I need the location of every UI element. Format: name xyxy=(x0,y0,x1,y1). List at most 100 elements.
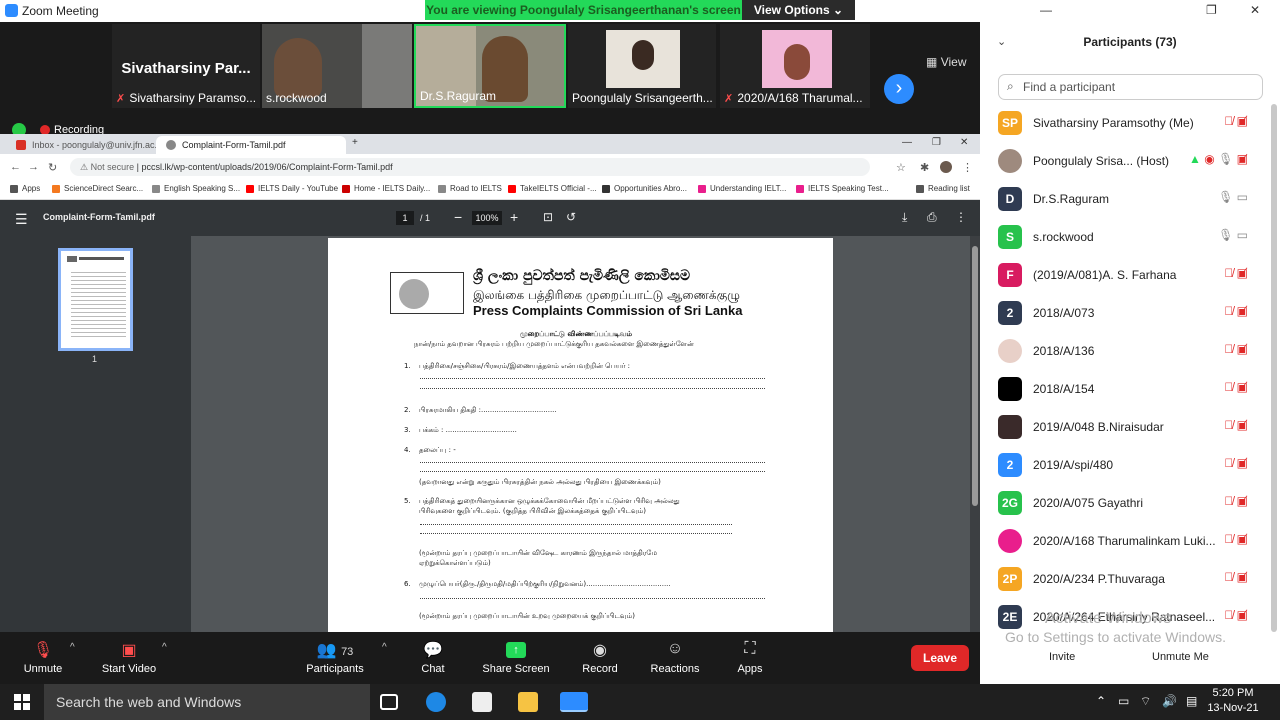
participants-scrollbar[interactable] xyxy=(1271,104,1277,632)
start-video-button[interactable]: ▣ Start Video xyxy=(94,640,164,675)
record-button[interactable]: ◉ Record xyxy=(565,640,635,675)
participant-row[interactable]: 2018/A/136 🎙̸ ▣̸ xyxy=(980,332,1270,370)
download-icon[interactable]: ⤓ xyxy=(902,210,907,225)
windows-start-icon[interactable] xyxy=(14,694,30,710)
reactions-button[interactable]: ☺ Reactions xyxy=(640,640,710,675)
participant-row[interactable]: Ss.rockwood 🎙 ▭ xyxy=(980,218,1270,256)
participant-row[interactable]: 2G 2020/A/075 Gayathri 🎙̸ ▣̸ xyxy=(980,484,1270,522)
bookmark-item[interactable]: Reading list xyxy=(916,184,970,193)
edge-icon[interactable] xyxy=(426,692,446,712)
participant-row[interactable]: 2018/A/154 🎙̸ ▣̸ xyxy=(980,370,1270,408)
browser-tab-pdf[interactable]: Complaint-Form-Tamil.pdf xyxy=(156,136,346,154)
participant-row[interactable]: 2020/A/168 Tharumalinkam Luki... 🎙̸ ▣̸ xyxy=(980,522,1270,560)
participant-row[interactable]: 2P 2020/A/234 P.Thuvaraga 🎙̸ ▣̸ xyxy=(980,560,1270,598)
leave-button[interactable]: Leave xyxy=(911,645,969,671)
participant-row[interactable]: 2 2019/A/spi/480 🎙̸ ▣̸ xyxy=(980,446,1270,484)
mic-muted-icon: 🎙̸ xyxy=(1224,114,1234,128)
video-strip: Sivatharsiny Par... ✗ Sivatharsiny Param… xyxy=(0,22,980,112)
zoom-taskbar-icon[interactable] xyxy=(560,692,588,712)
more-options-icon[interactable]: ⋮ xyxy=(955,210,967,224)
system-clock[interactable]: 5:20 PM 13-Nov-21 xyxy=(1206,686,1260,716)
participant-row[interactable]: Poongulaly Srisa... (Host) ▲ ◉ 🎙 ▣̸ xyxy=(980,142,1270,180)
hamburger-menu-icon[interactable]: ☰ xyxy=(15,211,28,228)
tray-chevron-icon[interactable]: ⌃ xyxy=(1096,694,1106,708)
participant-row[interactable]: 2 2018/A/073 🎙̸ ▣̸ xyxy=(980,294,1270,332)
url-field[interactable]: ⚠ Not secure | pccsl.lk/wp-content/uploa… xyxy=(70,158,870,176)
participant-row[interactable]: F (2019/A/081)A. S. Farhana 🎙̸ ▣̸ xyxy=(980,256,1270,294)
star-icon[interactable]: ☆ xyxy=(896,161,906,174)
invite-button[interactable]: Invite xyxy=(1049,651,1075,663)
store-icon[interactable] xyxy=(472,692,492,712)
bookmark-item[interactable]: Home - IELTS Daily... xyxy=(342,184,430,193)
menu-dots-icon[interactable]: ⋮ xyxy=(962,161,973,174)
scroll-thumb[interactable] xyxy=(972,246,978,506)
grid-icon: ▦ xyxy=(926,55,938,69)
notifications-icon[interactable]: ▤ xyxy=(1186,694,1197,708)
forward-icon[interactable]: → xyxy=(28,161,39,173)
browser-tab-inbox[interactable]: Inbox - poongulaly@univ.jfn.ac.lk xyxy=(6,136,164,154)
page-number-input[interactable]: 1 xyxy=(396,211,414,225)
extensions-icon[interactable]: ✱ xyxy=(920,161,929,174)
video-tile[interactable]: ✗ 2020/A/168 Tharumal... xyxy=(720,24,870,108)
unmute-button[interactable]: 🎙 Unmute xyxy=(8,640,78,675)
video-tile[interactable]: s.rockwood xyxy=(262,24,412,108)
video-tile[interactable]: Poongulaly Srisangeerth... xyxy=(568,24,716,108)
reload-icon[interactable]: ↻ xyxy=(48,161,57,174)
share-screen-button[interactable]: ↑ Share Screen xyxy=(481,640,551,675)
new-tab-button[interactable]: + xyxy=(352,137,358,148)
rotate-icon[interactable]: ↺ xyxy=(566,210,576,224)
thumb-seal-image xyxy=(67,256,77,262)
apps-button[interactable]: ⛶ Apps xyxy=(715,640,785,675)
print-icon[interactable]: ⎙ xyxy=(927,210,937,225)
participants-caret[interactable]: ^ xyxy=(382,642,387,653)
share-screen-label: Share Screen xyxy=(482,663,550,675)
participant-search-input[interactable]: ⌕ Find a participant xyxy=(998,74,1263,100)
audio-options-caret[interactable]: ^ xyxy=(70,642,75,653)
pdf-scrollbar[interactable] xyxy=(970,236,980,632)
participant-row[interactable]: SP Sivatharsiny Paramsothy (Me) 🎙̸ ▣̸ xyxy=(980,104,1270,142)
volume-icon[interactable]: 🔊 xyxy=(1162,694,1177,708)
wifi-icon[interactable]: ⌔ xyxy=(1140,694,1151,709)
bookmark-item[interactable]: Apps xyxy=(10,184,40,193)
participants-button[interactable]: 👥 73 Participants xyxy=(300,640,370,675)
video-tile-active[interactable]: Dr.S.Raguram xyxy=(414,24,566,108)
fill-line xyxy=(420,533,732,534)
zoom-in-icon[interactable]: + xyxy=(510,209,518,225)
bookmark-item[interactable]: Road to IELTS xyxy=(438,184,502,193)
task-view-icon[interactable] xyxy=(380,694,398,710)
zoom-out-icon[interactable]: − xyxy=(454,209,462,225)
bookmark-item[interactable]: TakeIELTS Official -... xyxy=(508,184,597,193)
bookmark-item[interactable]: English Speaking S... xyxy=(152,184,240,193)
bookmark-item[interactable]: IELTS Daily - YouTube xyxy=(246,184,338,193)
page-thumbnail[interactable] xyxy=(58,248,133,351)
reactions-icon: ☺ xyxy=(666,640,684,657)
profile-avatar[interactable] xyxy=(940,161,952,173)
file-explorer-icon[interactable] xyxy=(518,692,538,712)
taskbar-search[interactable]: Search the web and Windows xyxy=(44,684,370,720)
bookmark-item[interactable]: Understanding IELT... xyxy=(698,184,786,193)
restore-icon[interactable]: ❐ xyxy=(1206,3,1217,17)
bookmark-item[interactable]: Opportunities Abro... xyxy=(602,184,687,193)
close-icon[interactable]: ✕ xyxy=(960,137,968,148)
next-page-arrow-icon[interactable]: › xyxy=(884,74,914,104)
maximize-icon[interactable]: ❐ xyxy=(932,137,941,148)
minimize-icon[interactable]: — xyxy=(902,137,912,148)
participant-row[interactable]: 2019/A/048 B.Niraisudar 🎙̸ ▣̸ xyxy=(980,408,1270,446)
chat-button[interactable]: 💬 Chat xyxy=(398,640,468,675)
unmute-me-button[interactable]: Unmute Me xyxy=(1152,651,1209,663)
apps-icon: ⛶ xyxy=(744,640,756,657)
back-icon[interactable]: ← xyxy=(10,161,21,173)
fit-page-icon[interactable]: ⊡ xyxy=(543,210,553,224)
video-options-caret[interactable]: ^ xyxy=(162,642,167,653)
minimize-icon[interactable]: — xyxy=(1040,3,1052,17)
bookmark-item[interactable]: IELTS Speaking Test... xyxy=(796,184,889,193)
battery-icon[interactable]: ▭ xyxy=(1118,694,1129,708)
tile-name: Poongulaly Srisangeerth... xyxy=(572,91,713,105)
zoom-level-input[interactable]: 100% xyxy=(472,211,502,225)
participant-row[interactable]: D Dr.S.Raguram 🎙 ▭ xyxy=(980,180,1270,218)
close-icon[interactable]: ✕ xyxy=(1250,3,1260,17)
bookmark-item[interactable]: ScienceDirect Searc... xyxy=(52,184,143,193)
view-options-button[interactable]: View Options ⌄ xyxy=(742,0,855,20)
video-tile[interactable]: Sivatharsiny Par... ✗ Sivatharsiny Param… xyxy=(112,24,260,108)
view-button[interactable]: ▦ View xyxy=(926,55,966,69)
